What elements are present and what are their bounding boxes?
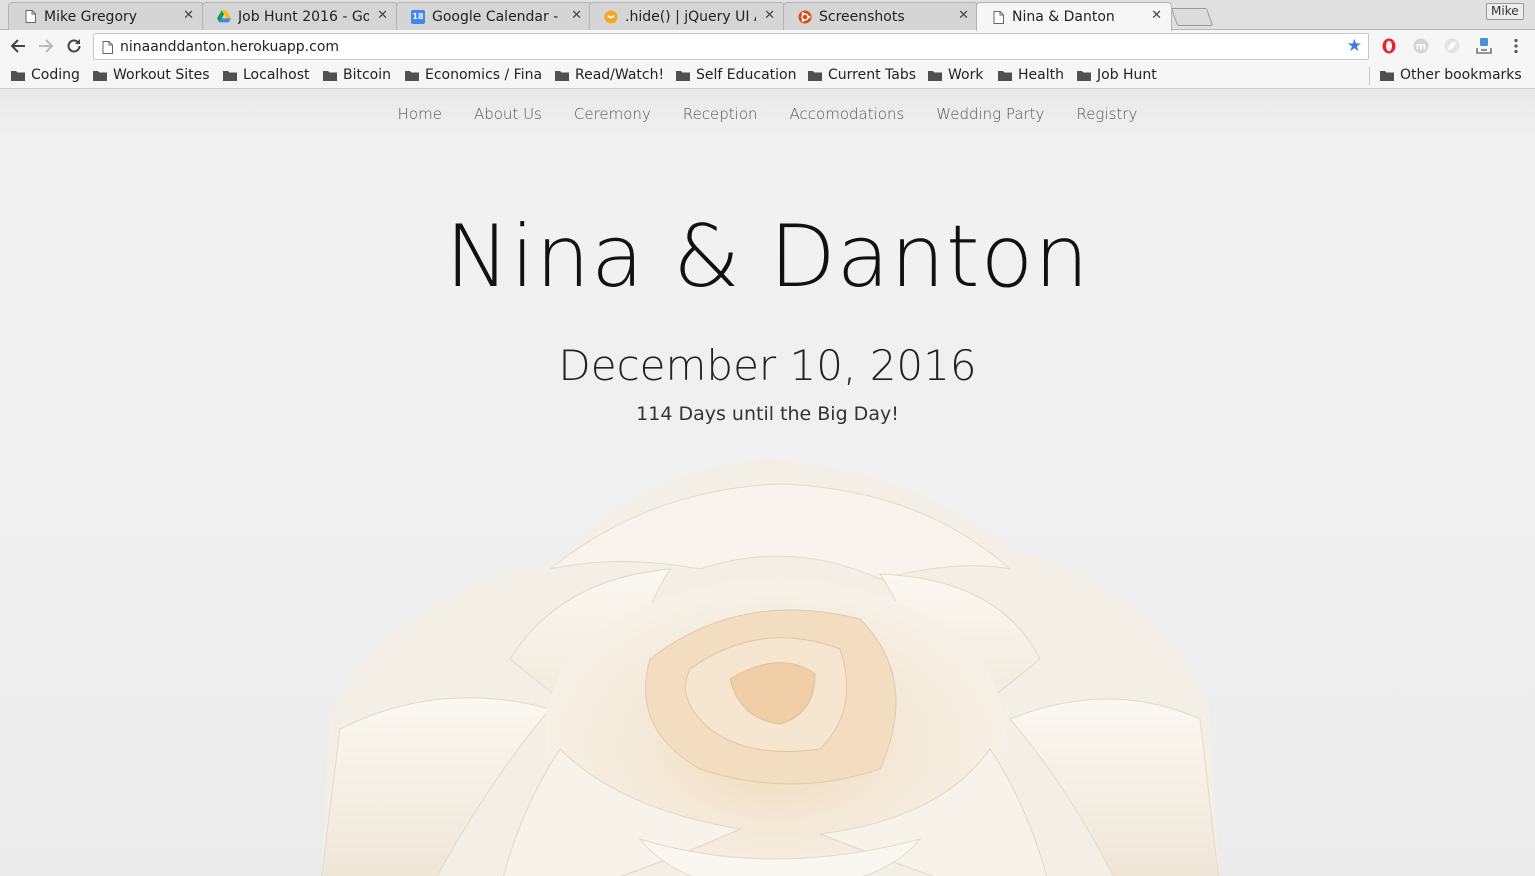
nav-wedding-party[interactable]: Wedding Party bbox=[936, 105, 1044, 123]
bookmark-label: Other bookmarks bbox=[1400, 67, 1522, 83]
page-icon bbox=[23, 10, 37, 24]
folder-icon bbox=[555, 70, 569, 81]
arrow-left-icon bbox=[10, 39, 25, 53]
bookmark-economics[interactable]: Economics / Fina bbox=[405, 65, 541, 85]
countdown-text: 114 Days until the Big Day! bbox=[636, 403, 899, 425]
bookmark-label: Coding bbox=[31, 67, 80, 83]
folder-icon bbox=[998, 70, 1012, 81]
tab-nina-danton[interactable]: Nina & Danton ✕ bbox=[976, 2, 1172, 31]
tab-title: Screenshots bbox=[819, 8, 905, 25]
tab-close-icon[interactable]: ✕ bbox=[571, 8, 582, 23]
url-input[interactable] bbox=[120, 37, 1320, 56]
bookmark-job-hunt[interactable]: Job Hunt bbox=[1077, 65, 1157, 85]
bookmark-label: Job Hunt bbox=[1097, 67, 1157, 83]
m-extension-icon[interactable]: m bbox=[1412, 37, 1430, 55]
nav-registry[interactable]: Registry bbox=[1076, 105, 1137, 123]
nav-about-us[interactable]: About Us bbox=[474, 105, 542, 123]
folder-icon bbox=[223, 70, 237, 81]
tab-close-icon[interactable]: ✕ bbox=[958, 8, 969, 23]
leaf-extension-icon[interactable] bbox=[1443, 37, 1461, 55]
tab-job-hunt[interactable]: Job Hunt 2016 - Goo ✕ bbox=[202, 2, 398, 30]
tab-close-icon[interactable]: ✕ bbox=[1151, 8, 1162, 23]
bookmark-current-tabs[interactable]: Current Tabs bbox=[808, 65, 916, 85]
google-calendar-icon: 18 bbox=[411, 9, 425, 24]
bookmark-other[interactable]: Other bookmarks bbox=[1380, 65, 1522, 85]
bookmark-read-watch[interactable]: Read/Watch! bbox=[555, 65, 664, 85]
wedding-date: December 10, 2016 bbox=[558, 341, 977, 390]
folder-icon bbox=[323, 70, 337, 81]
tab-title: Google Calendar - W bbox=[432, 8, 563, 25]
rose-image bbox=[320, 459, 1220, 876]
hero-title: Nina & Danton bbox=[445, 207, 1090, 307]
folder-icon bbox=[1077, 70, 1091, 81]
tab-title: Job Hunt 2016 - Goo bbox=[238, 8, 369, 25]
address-bar[interactable]: ★ bbox=[93, 33, 1369, 60]
bookmark-work[interactable]: Work bbox=[928, 65, 983, 85]
nav-accomodations[interactable]: Accomodations bbox=[790, 105, 905, 123]
tab-close-icon[interactable]: ✕ bbox=[183, 8, 194, 23]
new-tab-button[interactable] bbox=[1170, 8, 1214, 26]
folder-icon bbox=[1380, 70, 1394, 81]
ubuntu-icon bbox=[798, 10, 812, 24]
bookmark-label: Current Tabs bbox=[828, 67, 917, 83]
folder-icon bbox=[928, 70, 942, 81]
opera-extension-icon[interactable] bbox=[1380, 37, 1398, 55]
page-icon bbox=[991, 10, 1005, 24]
site-nav: Home About Us Ceremony Reception Accomod… bbox=[0, 89, 1535, 139]
folder-icon bbox=[11, 70, 25, 81]
bookmark-label: Health bbox=[1018, 67, 1064, 83]
reload-button[interactable] bbox=[62, 34, 86, 58]
bookmark-star-icon[interactable]: ★ bbox=[1347, 37, 1362, 56]
nav-home[interactable]: Home bbox=[398, 105, 442, 123]
web-page: Home About Us Ceremony Reception Accomod… bbox=[0, 89, 1535, 876]
bookmark-label: Workout Sites bbox=[113, 67, 210, 83]
folder-icon bbox=[808, 70, 822, 81]
calendar-day-number: 18 bbox=[411, 9, 425, 24]
bookmark-localhost[interactable]: Localhost bbox=[223, 65, 310, 85]
tab-google-calendar[interactable]: 18 Google Calendar - W ✕ bbox=[396, 2, 592, 30]
reload-icon bbox=[67, 39, 81, 53]
tab-screenshots[interactable]: Screenshots ✕ bbox=[783, 2, 979, 30]
bookmark-label: Economics / Fina bbox=[425, 67, 541, 83]
svg-text:m: m bbox=[1416, 42, 1426, 53]
jquery-icon bbox=[604, 10, 618, 24]
bookmarks-bar: Coding Workout Sites Localhost Bitcoin E… bbox=[0, 62, 1535, 89]
folder-icon bbox=[676, 70, 690, 81]
tab-title: .hide() | jQuery UI A bbox=[625, 8, 756, 25]
forward-button[interactable] bbox=[34, 34, 58, 58]
folder-icon bbox=[93, 70, 107, 81]
tab-jquery-hide[interactable]: .hide() | jQuery UI A ✕ bbox=[589, 2, 785, 30]
page-info-icon[interactable] bbox=[102, 39, 113, 58]
bookmark-workout-sites[interactable]: Workout Sites bbox=[93, 65, 210, 85]
arrow-right-icon bbox=[39, 39, 54, 53]
nav-ceremony[interactable]: Ceremony bbox=[574, 105, 651, 123]
bookmark-label: Bitcoin bbox=[343, 67, 392, 83]
tab-close-icon[interactable]: ✕ bbox=[377, 8, 388, 23]
back-button[interactable] bbox=[6, 34, 30, 58]
download-extension-icon[interactable] bbox=[1475, 37, 1493, 55]
profile-button[interactable]: Mike bbox=[1486, 3, 1524, 20]
google-drive-icon bbox=[217, 10, 231, 24]
folder-icon bbox=[405, 70, 419, 81]
bookmarks-divider bbox=[1369, 67, 1370, 85]
bookmark-health[interactable]: Health bbox=[998, 65, 1064, 85]
bookmark-self-education[interactable]: Self Education bbox=[676, 65, 796, 85]
bookmark-label: Read/Watch! bbox=[575, 67, 665, 83]
bookmark-label: Self Education bbox=[696, 67, 797, 83]
tab-title: Nina & Danton bbox=[1012, 9, 1115, 25]
browser-toolbar: ★ m bbox=[0, 30, 1535, 62]
nav-reception[interactable]: Reception bbox=[683, 105, 758, 123]
bookmark-label: Localhost bbox=[243, 67, 310, 83]
bookmark-coding[interactable]: Coding bbox=[11, 65, 80, 85]
bookmark-label: Work bbox=[948, 67, 984, 83]
tab-strip: Mike Gregory ✕ Job Hunt 2016 - Goo ✕ 18 … bbox=[0, 0, 1535, 31]
tab-mike-gregory[interactable]: Mike Gregory ✕ bbox=[8, 2, 204, 30]
bookmark-bitcoin[interactable]: Bitcoin bbox=[323, 65, 391, 85]
menu-kebab-icon[interactable] bbox=[1507, 37, 1525, 55]
tab-close-icon[interactable]: ✕ bbox=[764, 8, 775, 23]
tab-title: Mike Gregory bbox=[44, 8, 138, 25]
